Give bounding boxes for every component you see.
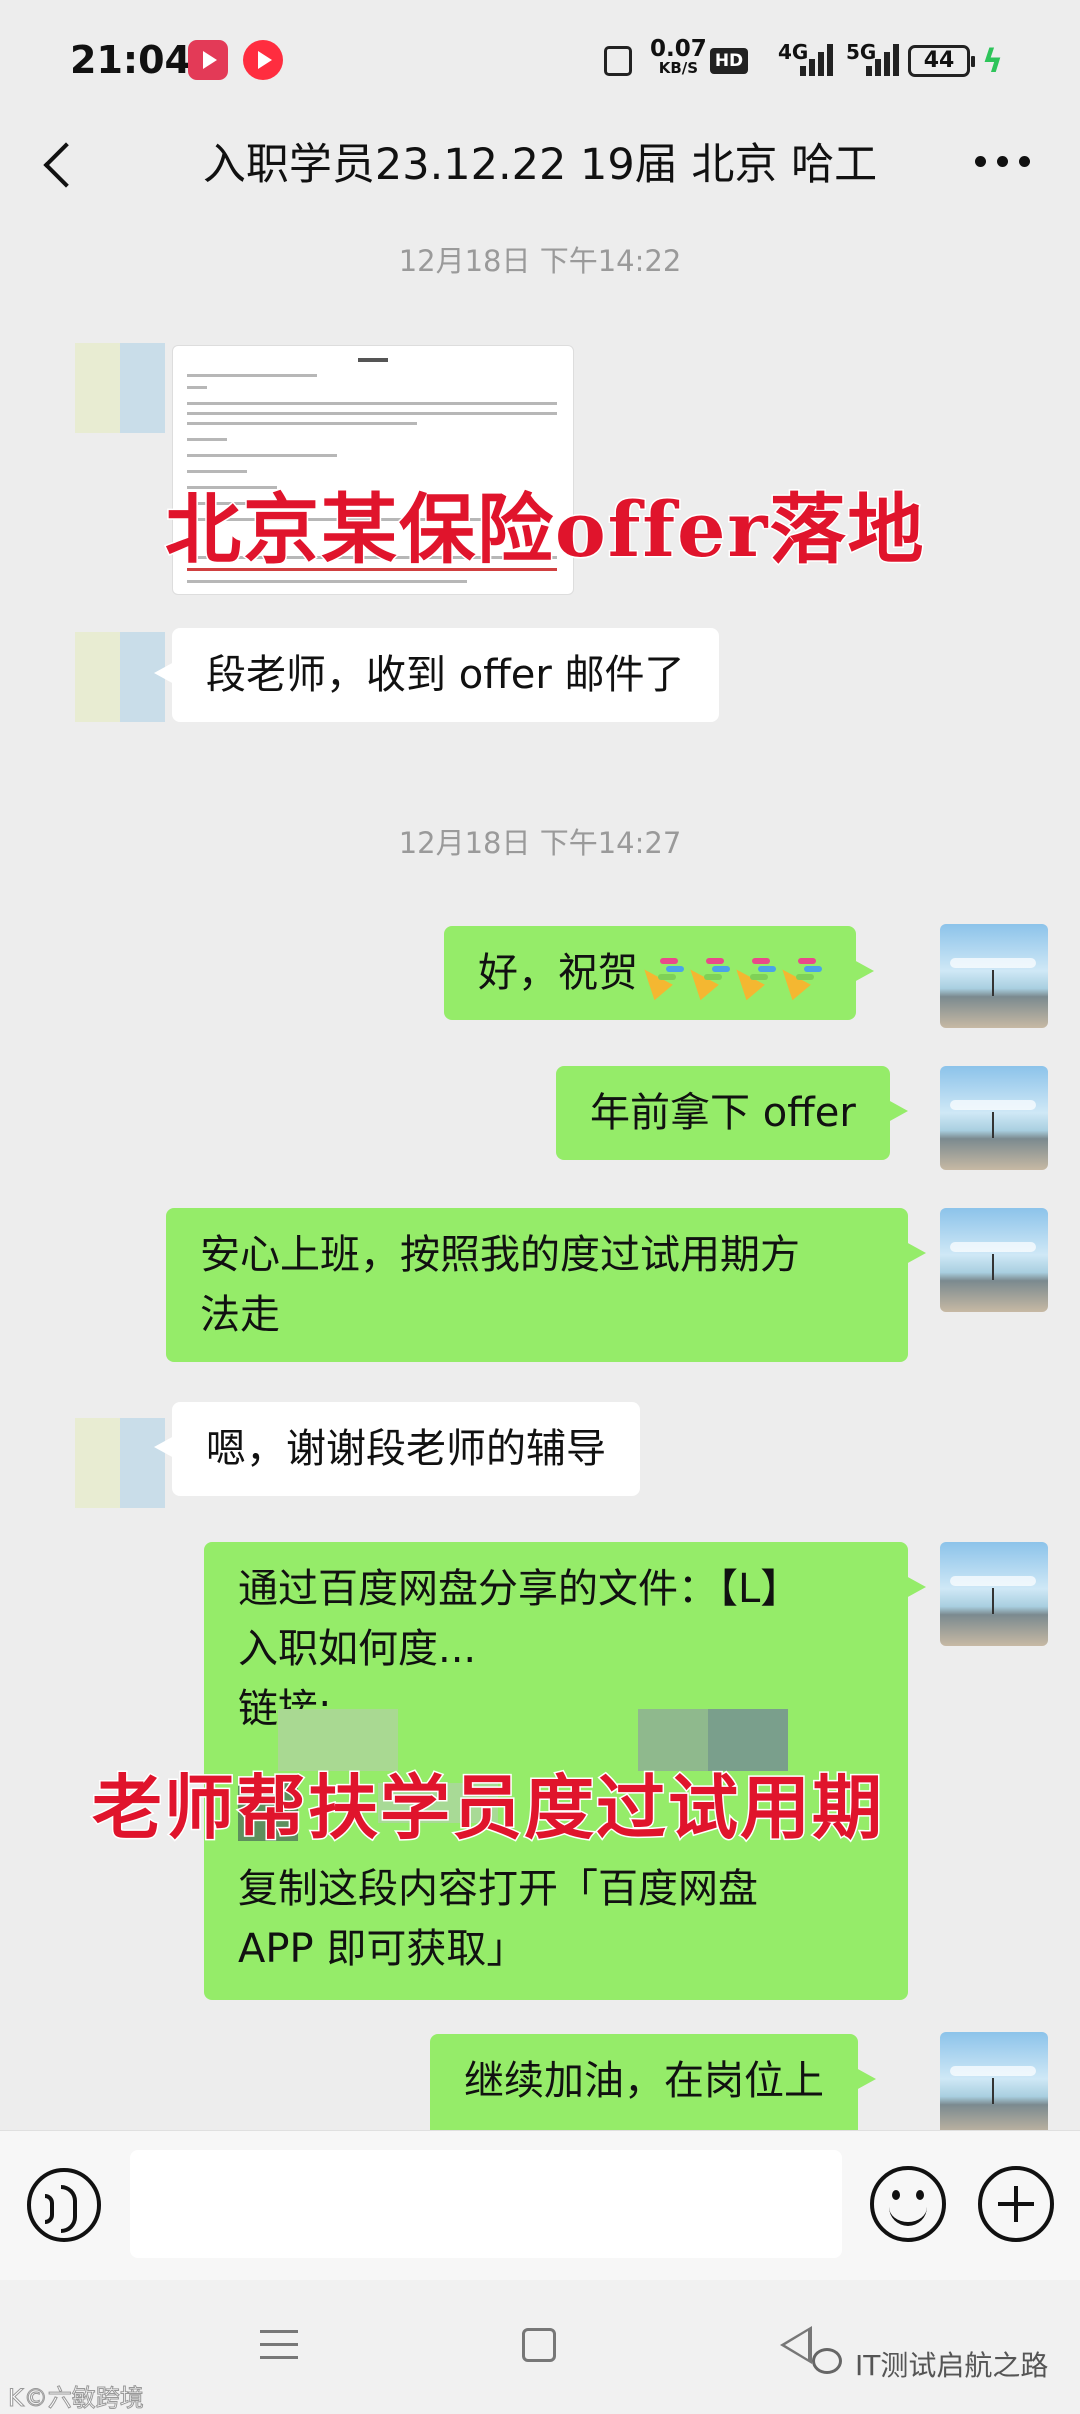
message-text: 通过百度网盘分享的文件：【L】 bbox=[238, 1566, 801, 1612]
my-avatar[interactable] bbox=[940, 2032, 1048, 2136]
sim2-signal-icon bbox=[866, 44, 902, 76]
message-bubble[interactable]: 嗯，谢谢段老师的辅导 bbox=[154, 1402, 640, 1496]
charging-icon: ϟ bbox=[982, 42, 1004, 80]
sim1-signal-icon bbox=[800, 44, 836, 76]
party-popper-icon bbox=[684, 952, 730, 998]
home-icon[interactable] bbox=[522, 2328, 556, 2362]
contact-avatar[interactable] bbox=[75, 1418, 165, 1508]
message-text: 继续加油，在岗位上 bbox=[464, 2058, 824, 2104]
hd-voice-icon: HD bbox=[710, 48, 748, 74]
message-text: 法走 bbox=[200, 1292, 280, 1338]
chat-title[interactable]: 入职学员23.12.22 19届 北京 哈工 bbox=[100, 130, 980, 192]
party-popper-icon bbox=[730, 952, 776, 998]
more-icon[interactable] bbox=[975, 156, 1035, 170]
nav-back-icon-inner bbox=[785, 2331, 808, 2359]
music-app-notification-icon bbox=[243, 40, 283, 80]
contact-avatar[interactable] bbox=[75, 343, 165, 433]
party-popper-icon bbox=[638, 952, 684, 998]
message-text: 好，祝贺 bbox=[478, 950, 638, 996]
message-text: 段老师，收到 offer 邮件了 bbox=[206, 652, 685, 698]
network-speed: 0.07 KB/S bbox=[650, 36, 707, 77]
message-text: 复制这段内容打开「百度网盘 bbox=[238, 1866, 758, 1912]
plus-icon[interactable] bbox=[978, 2166, 1054, 2242]
voice-icon[interactable] bbox=[27, 2168, 101, 2242]
party-popper-icon bbox=[776, 952, 822, 998]
contact-avatar[interactable] bbox=[75, 632, 165, 722]
message-input[interactable] bbox=[130, 2150, 842, 2258]
message-text: 安心上班，按照我的度过试用期方 bbox=[200, 1232, 800, 1278]
back-icon[interactable] bbox=[40, 135, 80, 195]
status-time: 21:04 bbox=[70, 38, 191, 82]
watermark-right: IT测试启航之路 bbox=[855, 2349, 1049, 2382]
my-avatar[interactable] bbox=[940, 1542, 1048, 1646]
message-text: 年前拿下 offer bbox=[590, 1090, 856, 1136]
recent-apps-icon[interactable] bbox=[260, 2330, 298, 2360]
message-bubble[interactable]: 段老师，收到 offer 邮件了 bbox=[154, 628, 719, 722]
my-avatar[interactable] bbox=[940, 1066, 1048, 1170]
watermark-left: K©六敏跨境 bbox=[8, 2384, 145, 2413]
emoji-icon[interactable] bbox=[870, 2166, 946, 2242]
message-text: 嗯，谢谢段老师的辅导 bbox=[206, 1426, 606, 1472]
message-bubble[interactable]: 安心上班，按照我的度过试用期方 法走 bbox=[166, 1208, 926, 1362]
offer-overlay-caption: 北京某保险offer落地 bbox=[163, 484, 926, 576]
my-avatar[interactable] bbox=[940, 924, 1048, 1028]
message-bubble[interactable]: 好，祝贺 bbox=[444, 926, 874, 1020]
my-avatar[interactable] bbox=[940, 1208, 1048, 1312]
message-timestamp: 12月18日 下午14:22 bbox=[398, 244, 682, 278]
video-app-notification-icon bbox=[188, 40, 228, 80]
vibrate-icon bbox=[604, 46, 632, 76]
message-timestamp: 12月18日 下午14:27 bbox=[398, 826, 682, 860]
battery-icon: 44 bbox=[908, 45, 975, 77]
wechat-official-account-icon bbox=[812, 2348, 842, 2374]
message-bubble[interactable]: 继续加油，在岗位上 bbox=[430, 2034, 876, 2144]
message-text: 入职如何度... bbox=[238, 1626, 477, 1672]
message-bubble[interactable]: 年前拿下 offer bbox=[556, 1066, 908, 1160]
message-text: APP 即可获取」 bbox=[238, 1926, 527, 1972]
mentoring-overlay-caption: 老师帮扶学员度过试用期 bbox=[91, 1765, 884, 1851]
